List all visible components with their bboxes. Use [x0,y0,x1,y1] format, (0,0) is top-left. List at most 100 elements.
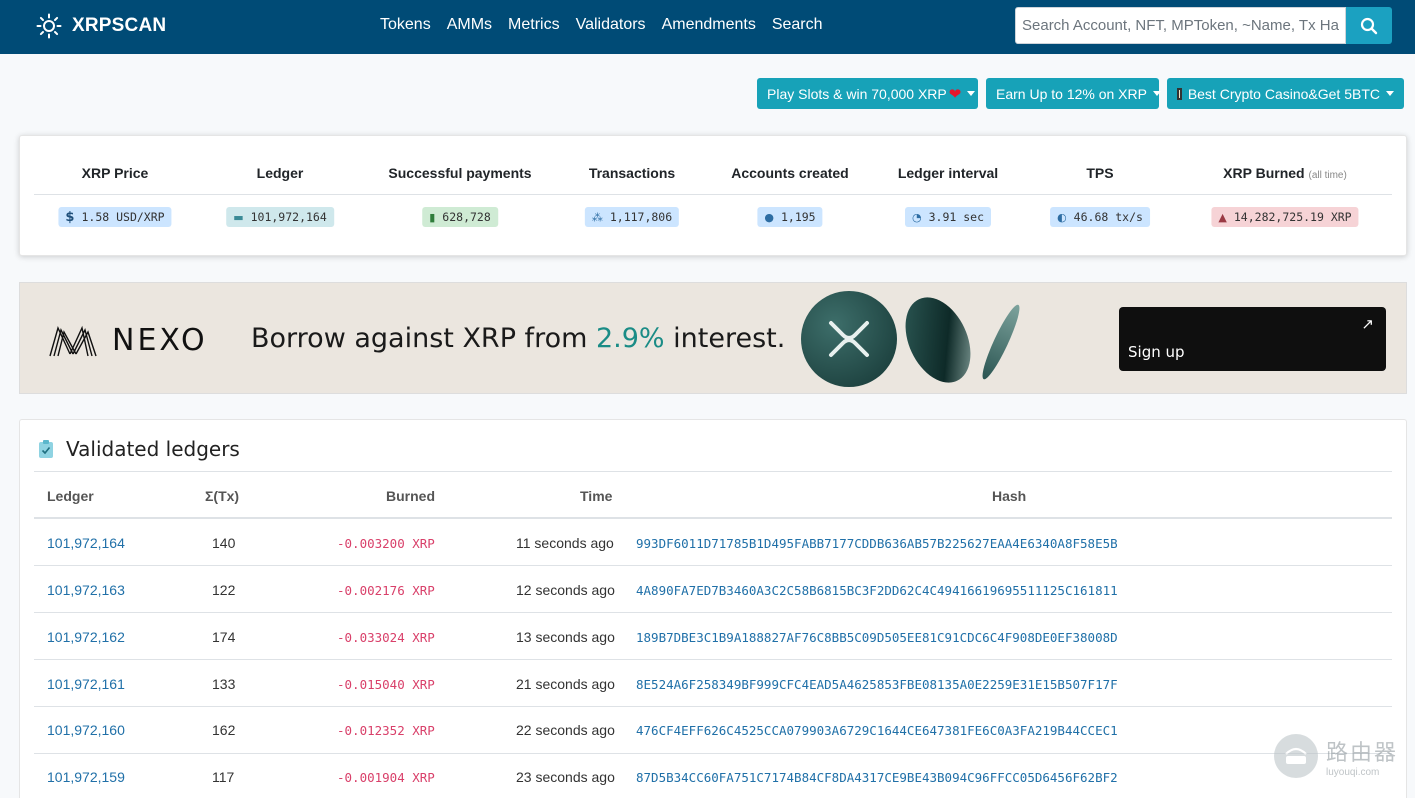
nav-tokens[interactable]: Tokens [372,16,439,34]
stat-heading: TPS [1086,165,1114,181]
stat-heading-note: (all time) [1308,170,1347,181]
nav-amendments[interactable]: Amendments [654,16,764,34]
ledger-time: 21 seconds ago [516,676,615,692]
stat-badge[interactable]: ◔ 3.91 sec [905,207,991,227]
promo-earn-dropdown[interactable]: Earn Up to 12% on XRP [986,78,1161,109]
stat-value: 46.68 tx/s [1073,210,1143,224]
nav-metrics[interactable]: Metrics [500,16,568,34]
stat-value: 14,282,725.19 XRP [1233,210,1352,224]
stat-xrp-price: XRP Price $1.58 USD/XRP [34,136,196,257]
burned-amount: -0.033024 XRP [337,630,435,645]
ledger-hash-link[interactable]: 8E524A6F258349BF999CFC4EAD5A4625853FBE08… [636,677,1118,692]
tx-count: 122 [212,582,236,598]
heart-icon: ❤ [948,85,962,103]
promo-casino-dropdown[interactable]: Best Crypto Casino&Get 5BTC [1167,78,1404,109]
stat-heading: Ledger [256,165,304,181]
column-header-ledger[interactable]: Ledger [47,488,94,504]
signup-label: Sign up [1128,343,1185,361]
stat-badge[interactable]: ● 1,195 [757,207,823,227]
ledger-hash-link[interactable]: 189B7DBE3C1B9A188827AF76C8BB5C09D505EE81… [636,630,1118,645]
stat-value: 101,972,164 [250,210,327,224]
row-divider [34,659,1392,660]
nexo-logo: NEXO [48,323,208,358]
burned-amount: -0.012352 XRP [337,723,435,738]
coin-tilted-icon [892,286,984,394]
watermark-text: 路由器 luyouqi.com [1326,735,1398,778]
stopwatch-icon: ◔ [912,210,922,224]
nav-search[interactable]: Search [764,16,831,34]
search-icon [1360,17,1378,34]
stat-badge[interactable]: ⁂ 1,117,806 [584,207,680,227]
stat-badge[interactable]: ▮ 628,728 [422,207,498,227]
stat-badge[interactable]: $1.58 USD/XRP [58,207,172,227]
stat-value: 3.91 sec [928,210,984,224]
stat-value: 1.58 USD/XRP [81,210,165,224]
tx-count: 117 [212,769,235,785]
stat-heading-text: XRP Burned [1223,165,1305,181]
watermark-title: 路由器 [1326,740,1399,766]
banner-rate: 2.9% [595,323,665,354]
nav-menu: Tokens AMMs Metrics Validators Amendment… [372,16,831,34]
search-button[interactable] [1346,7,1392,44]
tx-count: 140 [212,535,236,551]
stat-successful-payments: Successful payments ▮ 628,728 [364,136,556,257]
nexo-ad-banner[interactable]: NEXO Borrow against XRP from 2.9% intere… [19,282,1407,394]
ledger-link[interactable]: 101,972,160 [47,722,125,738]
promo-earn-label: Earn Up to 12% on XRP [996,85,1147,102]
row-divider [34,565,1392,566]
stat-accounts-created: Accounts created ● 1,195 [708,136,872,257]
caret-down-icon [1152,91,1161,96]
ledger-link[interactable]: 101,972,164 [47,535,125,551]
ledger-hash-link[interactable]: 476CF4EFF626C4525CCA079903A6729C1644CE64… [636,723,1118,738]
stat-badge[interactable]: ▲ 14,282,725.19 XRP [1211,207,1359,227]
row-divider [34,706,1392,707]
users-icon: ● [764,210,774,224]
stat-badge[interactable]: ◐ 46.68 tx/s [1050,207,1150,227]
search-input[interactable] [1015,7,1346,44]
stat-tps: TPS ◐ 46.68 tx/s [1024,136,1176,257]
column-header-burned[interactable]: Burned [386,488,435,504]
brand-logo[interactable]: XRPSCAN [36,13,166,39]
coin-edge-icon [977,301,1025,383]
stat-ledger: Ledger ▬ 101,972,164 [196,136,364,257]
stat-heading: Accounts created [731,165,849,181]
promo-slots-dropdown[interactable]: Play Slots & win 70,000 XRP ❤ [757,78,978,109]
ledger-hash-link[interactable]: 87D5B34CC60FA751C7174B84CF8DA4317CE9BE43… [636,770,1118,785]
signup-button[interactable]: Sign up ↗ [1119,307,1386,371]
burned-amount: -0.002176 XRP [337,583,435,598]
promo-casino-label: Best Crypto Casino&Get 5BTC [1187,85,1380,102]
fire-icon: ▲ [1218,210,1227,224]
nav-validators[interactable]: Validators [568,16,654,34]
ledger-link[interactable]: 101,972,163 [47,582,125,598]
receipt-icon: ▮ [429,210,436,224]
column-header-tx[interactable]: Σ(Tx) [205,488,239,504]
brand-name: XRPSCAN [72,15,167,36]
router-icon [1274,734,1318,778]
ledger-hash-link[interactable]: 993DF6011D71785B1D495FABB7177CDDB636AB57… [636,536,1118,551]
row-divider [34,612,1392,613]
card-header: Validated ledgers [38,437,240,461]
ledger-link[interactable]: 101,972,161 [47,676,125,692]
stat-badge[interactable]: ▬ 101,972,164 [226,207,334,227]
column-header-hash[interactable]: Hash [992,488,1026,504]
ledger-icon: ▬ [233,210,244,224]
tx-count: 174 [212,629,236,645]
ledger-hash-link[interactable]: 4A890FA7ED7B3460A3C2C58B6815BC3F2DD62C4C… [636,583,1118,598]
tx-count: 162 [212,722,236,738]
sun-logo-icon [36,13,62,39]
stat-heading: Ledger interval [897,165,999,181]
nav-amms[interactable]: AMMs [439,16,500,34]
search-bar [1015,7,1392,44]
burned-amount: -0.015040 XRP [337,677,435,692]
ledger-link[interactable]: 101,972,162 [47,629,125,645]
xrp-coin-icon [801,291,897,387]
nexo-wordmark: NEXO [112,323,208,358]
column-header-time[interactable]: Time [580,488,612,504]
card-title: Validated ledgers [66,437,240,461]
stat-transactions: Transactions ⁂ 1,117,806 [556,136,708,257]
ledger-link[interactable]: 101,972,159 [47,769,125,785]
network-icon: ⁂ [591,210,603,224]
banner-text-start: Borrow against XRP from [251,323,596,354]
burned-amount: -0.003200 XRP [337,536,435,551]
burned-amount: -0.001904 XRP [337,770,435,785]
